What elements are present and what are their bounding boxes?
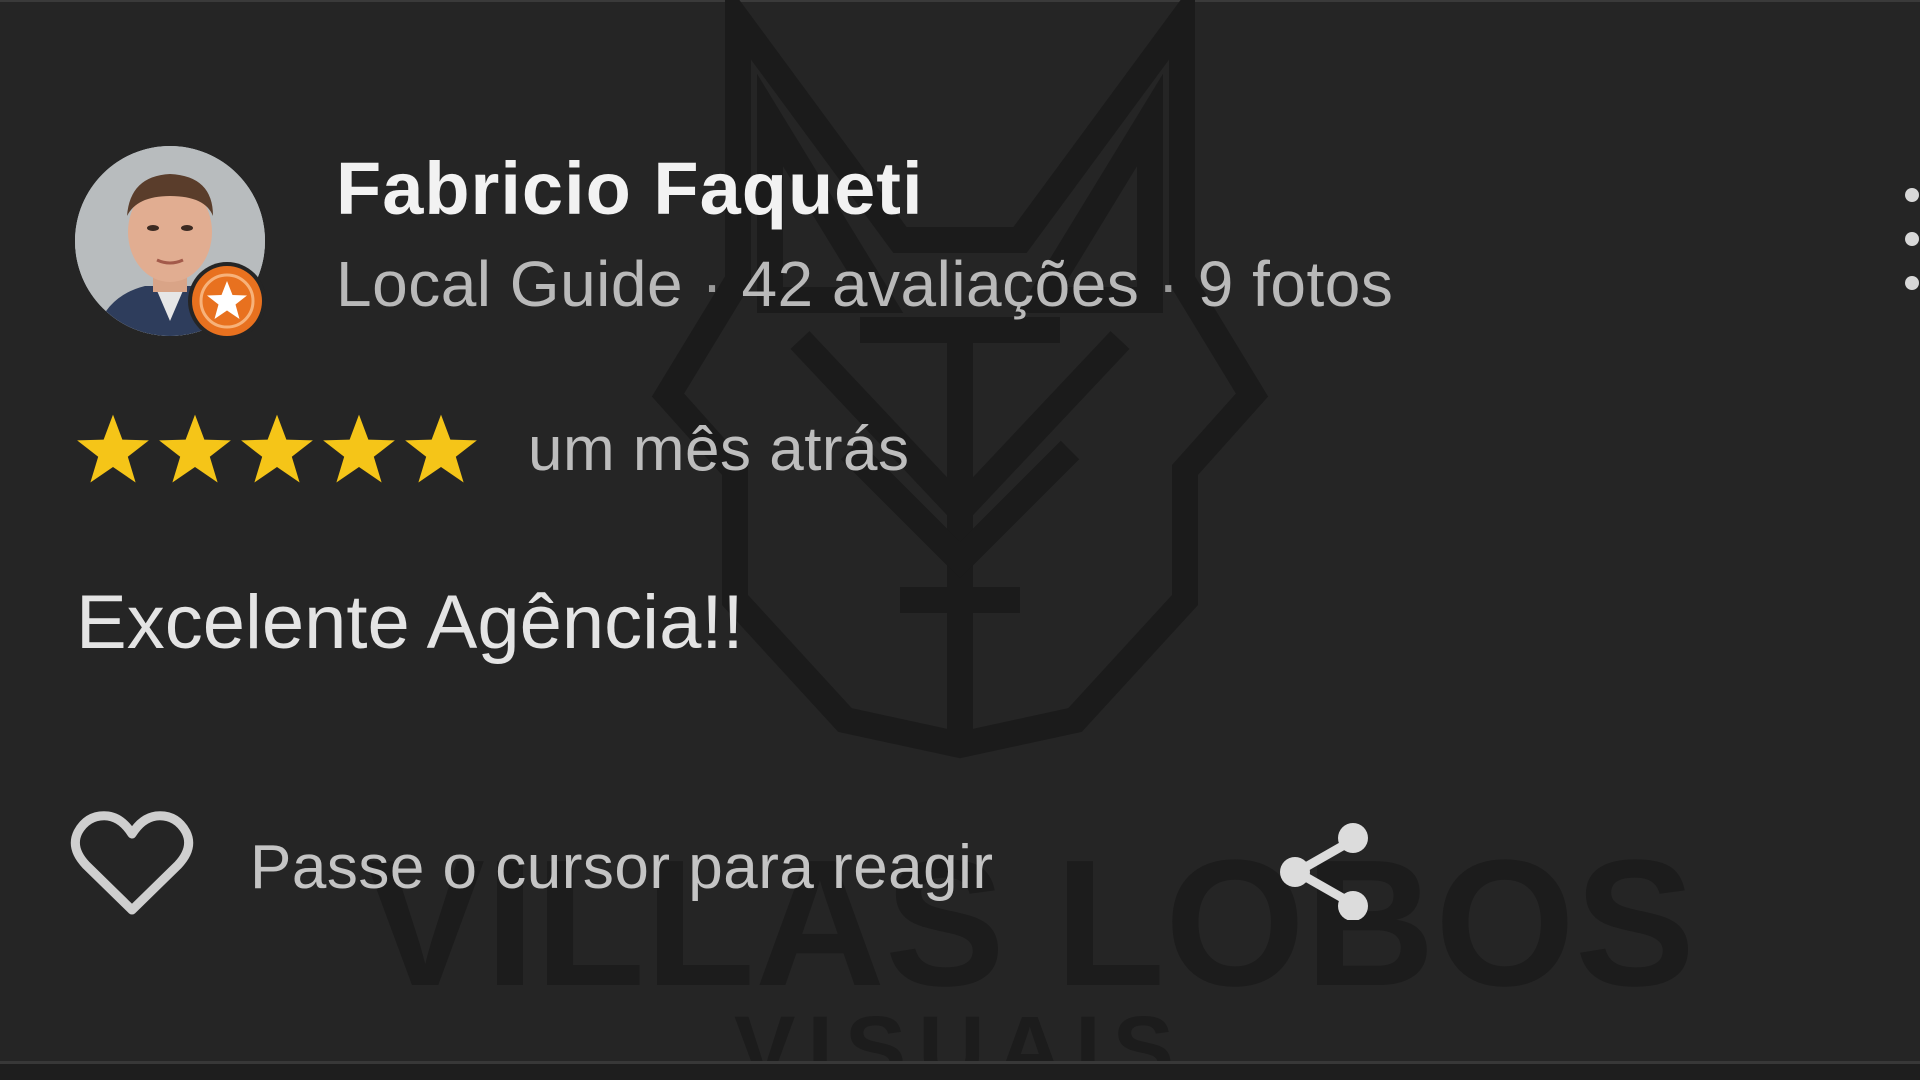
- author-photos-count: 9 fotos: [1197, 248, 1394, 320]
- author-name[interactable]: Fabricio Faqueti: [336, 146, 924, 232]
- share-icon[interactable]: [1275, 820, 1375, 920]
- author-reviews-count: 42 avaliações: [741, 248, 1140, 320]
- meta-separator: ·: [1157, 248, 1180, 320]
- review-text: Excelente Agência!!: [76, 580, 744, 665]
- more-dot: [1905, 276, 1919, 290]
- more-dot: [1905, 188, 1919, 202]
- author-level: Local Guide: [336, 248, 684, 320]
- heart-outline-icon[interactable]: [70, 810, 194, 920]
- local-guide-star-icon: [192, 266, 262, 336]
- star-icon: [402, 410, 480, 490]
- bottom-divider: [0, 1061, 1920, 1080]
- top-divider: [0, 0, 1920, 2]
- review-card: VILLAS LOBOS VISUAIS Fabricio Faqueti Lo…: [0, 0, 1920, 1080]
- watermark-logo: VILLAS LOBOS VISUAIS: [365, 0, 1695, 1080]
- star-icon: [156, 410, 234, 490]
- react-hint: Passe o cursor para reagir: [250, 833, 994, 902]
- star-rating: [74, 410, 480, 490]
- author-meta: Local Guide · 42 avaliações · 9 fotos: [336, 246, 1393, 322]
- star-icon: [74, 410, 152, 490]
- review-time: um mês atrás: [528, 415, 910, 484]
- meta-separator: ·: [701, 248, 724, 320]
- more-vertical-icon[interactable]: [1905, 188, 1920, 298]
- more-dot: [1905, 232, 1919, 246]
- star-icon: [238, 410, 316, 490]
- star-icon: [320, 410, 398, 490]
